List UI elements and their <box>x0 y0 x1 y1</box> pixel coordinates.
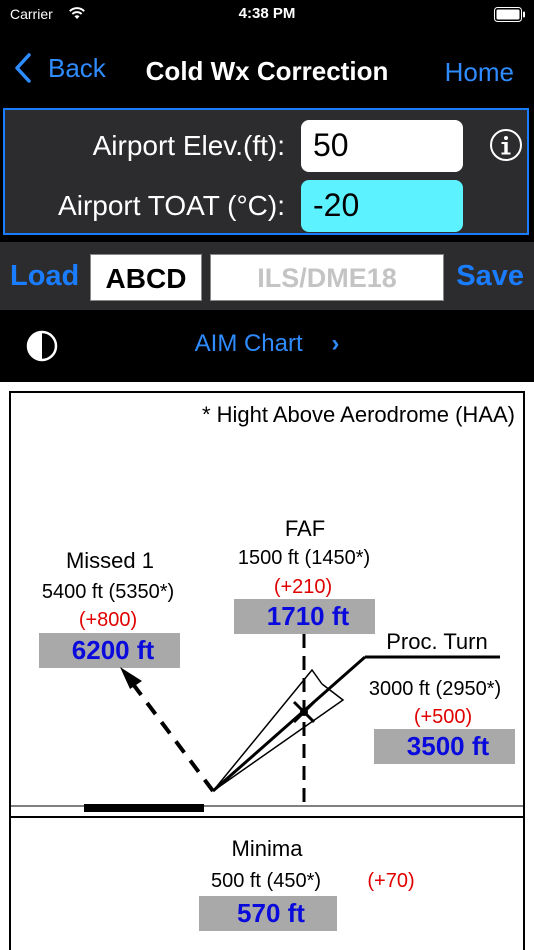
procedure-field[interactable]: ILS/DME18 <box>210 254 444 301</box>
chevron-right-icon: › <box>331 330 340 357</box>
proc-turn-result: 3500 ft <box>407 731 490 761</box>
minima-result: 570 ft <box>237 898 305 928</box>
airport-code-field[interactable]: ABCD <box>90 254 202 301</box>
proc-turn-out <box>212 668 323 792</box>
faf-altitude: 1500 ft (1450*) <box>238 547 370 569</box>
minima-altitude: 500 ft (450*) <box>211 870 321 892</box>
proc-turn-altitude: 3000 ft (2950*) <box>369 678 501 700</box>
info-icon[interactable] <box>489 128 523 162</box>
elevation-field[interactable]: 50 <box>301 120 463 172</box>
aim-chart-label: AIM Chart <box>194 330 303 357</box>
minima-correction: (+70) <box>367 870 414 892</box>
home-button[interactable]: Home <box>445 57 514 88</box>
load-button[interactable]: Load <box>10 260 79 293</box>
faf-result: 1710 ft <box>267 601 350 631</box>
clock: 4:38 PM <box>238 5 296 22</box>
haa-note: * Hight Above Aerodrome (HAA) <box>202 402 515 427</box>
elevation-label: Airport Elev.(ft): <box>92 130 285 161</box>
missed-correction: (+800) <box>79 609 137 631</box>
missed-title: Missed 1 <box>66 548 154 573</box>
aim-chart-bar: AIM Chart › <box>0 312 534 380</box>
toat-label: Airport TOAT (°C): <box>58 190 285 221</box>
nav-bar: Back Cold Wx Correction Home <box>0 38 534 104</box>
missed-arrowhead <box>120 667 142 689</box>
minima-title: Minima <box>232 836 304 861</box>
battery-icon <box>494 7 525 22</box>
approach-diagram: * Hight Above Aerodrome (HAA) Missed 1 5… <box>0 382 534 950</box>
status-bar: Carrier 4:38 PM <box>0 0 534 30</box>
proc-turn-title: Proc. Turn <box>386 629 487 654</box>
missed-approach-path <box>125 674 215 793</box>
missed-result: 6200 ft <box>72 635 155 665</box>
proc-turn-correction: (+500) <box>414 706 472 728</box>
load-save-toolbar: Load ABCD ILS/DME18 Save <box>0 242 534 310</box>
faf-correction: (+210) <box>274 576 332 598</box>
glide-path <box>212 655 366 793</box>
approach-diagram-svg: * Hight Above Aerodrome (HAA) Missed 1 5… <box>9 391 525 950</box>
toat-field[interactable]: -20 <box>301 180 463 232</box>
faf-title: FAF <box>285 516 325 541</box>
save-button[interactable]: Save <box>456 260 524 293</box>
inputs-panel: Airport Elev.(ft): 50 Airport TOAT (°C):… <box>3 108 529 235</box>
runway-bar <box>84 804 204 812</box>
diagram-frame <box>9 391 525 950</box>
missed-altitude: 5400 ft (5350*) <box>42 581 174 603</box>
aim-chart-link[interactable]: AIM Chart › <box>0 330 534 358</box>
